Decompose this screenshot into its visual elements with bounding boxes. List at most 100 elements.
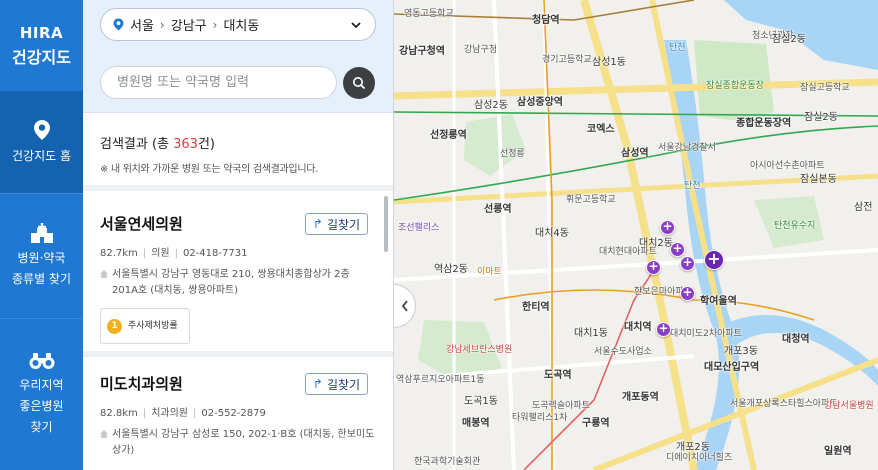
map-label: 삼성역 bbox=[621, 148, 649, 159]
selected-hospital-marker-icon[interactable]: + bbox=[704, 250, 724, 270]
hospital-type: 치과의원 bbox=[151, 408, 188, 419]
nav-home-label: 건강지도 홈 bbox=[11, 148, 71, 163]
map-label: 강남구청 bbox=[464, 45, 498, 55]
scrollbar-thumb[interactable] bbox=[384, 196, 388, 252]
binoculars-icon bbox=[29, 352, 54, 369]
nav-item-home[interactable]: 건강지도 홈 bbox=[0, 92, 83, 193]
map-label: 서울강남경찰서 bbox=[658, 143, 716, 153]
map-label: 대치4동 bbox=[535, 228, 569, 239]
left-nav: HIRA 건강지도 건강지도 홈 병원·약국 종류별 찾기 우리지역 좋은병원 … bbox=[0, 0, 83, 470]
turn-arrow-icon: ↱ bbox=[312, 377, 323, 391]
map-label: 개포동역 bbox=[622, 392, 659, 403]
breadcrumb-separator: › bbox=[212, 17, 218, 32]
nav-item-find-by-type[interactable]: 병원·약국 종류별 찾기 bbox=[0, 193, 83, 318]
map-label: 도곡1동 bbox=[464, 396, 498, 407]
region-selector[interactable]: 서울 › 강남구 › 대치동 bbox=[100, 8, 376, 41]
divider: | bbox=[142, 408, 147, 419]
map-label: 잠실종합운동장 bbox=[706, 81, 764, 91]
results-suffix: 건) bbox=[197, 137, 216, 152]
hospital-marker-icon[interactable]: + bbox=[680, 286, 695, 301]
map-label: 삼성1동 bbox=[592, 57, 626, 68]
map-label: 강남세브란스병원 bbox=[446, 345, 513, 355]
map-label: 선정릉 bbox=[500, 149, 525, 159]
search-button[interactable] bbox=[343, 67, 375, 99]
map-label: 서울수도사업소 bbox=[594, 347, 652, 357]
directions-button[interactable]: ↱ 길찾기 bbox=[305, 213, 368, 235]
map-label: 대청역 bbox=[782, 334, 810, 345]
hospital-meta: 82.7km | 의원 | 02-418-7731 bbox=[100, 244, 376, 259]
chevron-left-icon bbox=[401, 300, 408, 312]
evaluation-badge[interactable]: 1 주사제처방률 bbox=[100, 308, 190, 344]
turn-arrow-icon: ↱ bbox=[312, 217, 323, 231]
map-label: 구룡역 bbox=[582, 418, 610, 429]
map-label: 선정릉역 bbox=[430, 130, 467, 141]
map-label: 학여울역 bbox=[700, 296, 737, 307]
nav-item-good-hospital[interactable]: 우리지역 좋은병원 찾기 bbox=[0, 318, 83, 470]
nav-good-label-3: 찾기 bbox=[30, 419, 53, 434]
map-label: 강남서울병원 bbox=[824, 401, 874, 411]
hospital-type: 의원 bbox=[151, 248, 170, 259]
distance: 82.8km bbox=[100, 408, 138, 419]
map-label: 역삼2동 bbox=[434, 264, 468, 275]
region-district: 강남구 bbox=[170, 19, 207, 34]
map-label: 이마트 bbox=[477, 267, 502, 277]
chevron-down-icon bbox=[351, 22, 361, 29]
map-label: 대모산입구역 bbox=[704, 362, 760, 373]
nav-good-label-1: 우리지역 bbox=[19, 377, 64, 392]
map-label: 휘문고등학교 bbox=[566, 195, 616, 205]
map-label: 종합운동장역 bbox=[736, 118, 792, 129]
search-header: 서울 › 강남구 › 대치동 bbox=[83, 0, 393, 113]
home-icon bbox=[100, 270, 108, 278]
map-label: 대치미도2차아파트 bbox=[670, 329, 742, 339]
breadcrumb-separator: › bbox=[159, 17, 165, 32]
hospital-marker-icon[interactable]: + bbox=[646, 260, 661, 275]
map-label: 삼성2동 bbox=[474, 100, 508, 111]
nav-good-label-2: 좋은병원 bbox=[19, 398, 64, 413]
map-label: 대치역 bbox=[624, 322, 652, 333]
address-text: 서울특별시 강남구 삼성로 150, 202-1·B호 (대치동, 한보미도상가… bbox=[112, 429, 375, 456]
results-summary: 검색결과 (총 363건) ※ 내 위치와 가까운 병원 또는 약국의 검색결과… bbox=[83, 113, 393, 191]
hospital-marker-icon[interactable]: + bbox=[656, 322, 671, 337]
map-label: 도곡렉슬아파트 bbox=[532, 401, 590, 411]
map-label: 잠실본동 bbox=[800, 174, 837, 185]
map-label: 잠실2동 bbox=[772, 34, 806, 45]
hira-logo[interactable]: HIRA 건강지도 bbox=[0, 0, 83, 92]
hospital-marker-icon[interactable]: + bbox=[660, 220, 675, 235]
map-label: 아시아선수촌아파트 bbox=[750, 161, 825, 171]
results-prefix: 검색결과 (총 bbox=[100, 137, 174, 152]
hospital-building-icon bbox=[30, 222, 53, 243]
map-label: 잠실고등학교 bbox=[800, 83, 850, 93]
hospital-address: 서울특별시 강남구 영동대로 210, 쌍용대치종합상가 2층 201A호 (대… bbox=[100, 267, 376, 299]
map-label: 서울개포상록스타힐스아파트 bbox=[730, 399, 838, 409]
badge-label: 주사제처방률 bbox=[128, 320, 178, 331]
list-item[interactable]: 미도치과의원 ↱ 길찾기 82.8km | 치과의원 | 02-552-2879 서울특… bbox=[83, 357, 393, 459]
map-view[interactable]: 영동고등학교 청담역 청소년광장 잠실2동 탄천 강남구청역 강남구청 경기고등… bbox=[394, 0, 878, 470]
search-input[interactable] bbox=[100, 66, 337, 99]
results-note: ※ 내 위치와 가까운 병원 또는 약국의 검색결과입니다. bbox=[100, 164, 319, 175]
hospital-marker-icon[interactable]: + bbox=[680, 256, 695, 271]
map-label: 디에이치아너힐즈 bbox=[666, 453, 733, 463]
search-icon bbox=[353, 77, 366, 90]
results-count: 검색결과 (총 363건) bbox=[100, 133, 393, 152]
phone: 02-552-2879 bbox=[201, 408, 266, 419]
address-text: 서울특별시 강남구 영동대로 210, 쌍용대치종합상가 2층 201A호 (대… bbox=[112, 269, 350, 296]
map-label: 탄천 bbox=[669, 43, 686, 53]
list-item[interactable]: 서울연세의원 ↱ 길찾기 82.7km | 의원 | 02-418-7731 서울특별시… bbox=[83, 191, 393, 357]
directions-label: 길찾기 bbox=[326, 377, 361, 392]
map-label: 탄천유수지 bbox=[774, 221, 816, 231]
phone: 02-418-7731 bbox=[182, 248, 248, 259]
map-label: 개포3동 bbox=[724, 346, 758, 357]
map-label: 도곡역 bbox=[544, 370, 572, 381]
location-icon bbox=[33, 119, 50, 140]
results-count-number: 363 bbox=[173, 137, 198, 152]
map-label: 경기고등학교 bbox=[542, 55, 592, 65]
directions-button[interactable]: ↱ 길찾기 bbox=[305, 373, 368, 395]
map-label: 대치1동 bbox=[574, 328, 608, 339]
hospital-meta: 82.8km | 치과의원 | 02-552-2879 bbox=[100, 404, 376, 419]
map-label: 타워팰리스1차 bbox=[512, 413, 568, 423]
map-label: 한티역 bbox=[522, 302, 550, 313]
map-label: 역삼푸르지오아파트1동 bbox=[396, 375, 485, 385]
map-label: 삼성중앙역 bbox=[517, 97, 563, 108]
map-label: 코엑스 bbox=[587, 124, 615, 135]
map-pin-icon bbox=[113, 18, 124, 31]
